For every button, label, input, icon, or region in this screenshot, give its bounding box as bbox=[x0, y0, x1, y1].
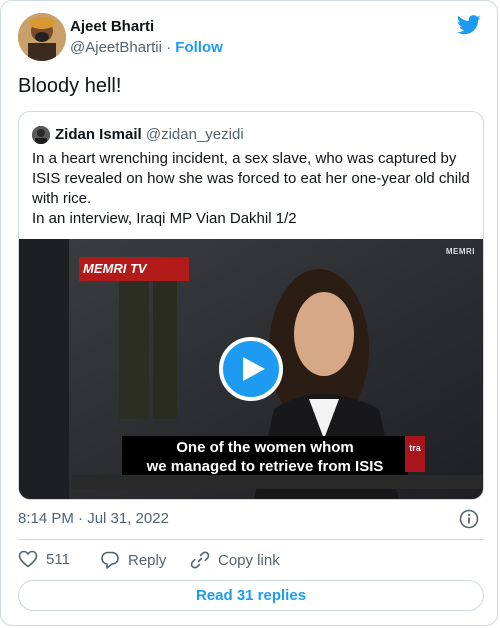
tweet-text: Bloody hell! bbox=[18, 75, 122, 97]
like-count: 511 bbox=[46, 550, 70, 568]
video-side-tag: tra bbox=[405, 436, 425, 472]
memri-tv-logo: MEMRI TV bbox=[79, 257, 189, 281]
play-icon bbox=[243, 357, 265, 381]
like-button[interactable]: 511 bbox=[18, 550, 70, 568]
follow-button[interactable]: Follow bbox=[175, 39, 223, 56]
quoted-text-line2: In an interview, Iraqi MP Vian Dakhil 1/… bbox=[32, 210, 297, 227]
separator-dot: · bbox=[166, 39, 172, 56]
reply-button[interactable]: Reply bbox=[100, 550, 166, 570]
quoted-tweet-text: In a heart wrenching incident, a sex sla… bbox=[32, 149, 472, 229]
quoted-text-line1: In a heart wrenching incident, a sex sla… bbox=[32, 150, 470, 207]
play-button[interactable] bbox=[219, 337, 283, 401]
subtitle-line1: One of the women whom bbox=[176, 439, 354, 456]
quoted-tweet[interactable]: Zidan Ismail @zidan_yezidi In a heart wr… bbox=[18, 111, 484, 500]
author-name[interactable]: Ajeet Bharti bbox=[70, 18, 154, 35]
read-replies-button[interactable]: Read 31 replies bbox=[18, 580, 484, 611]
video-player[interactable]: MEMRI MEMRI TV One of the women whom we … bbox=[19, 239, 483, 499]
author-handle-row: @AjeetBhartii · Follow bbox=[70, 39, 223, 56]
quoted-author-handle[interactable]: @zidan_yezidi bbox=[146, 126, 244, 143]
author-avatar[interactable] bbox=[18, 13, 66, 61]
quoted-author-avatar[interactable] bbox=[32, 126, 50, 144]
subtitle-line2: we managed to retrieve from ISIS bbox=[146, 458, 384, 475]
tweet-timestamp[interactable]: 8:14 PM · Jul 31, 2022 bbox=[18, 510, 169, 527]
info-icon[interactable] bbox=[459, 509, 479, 534]
copy-link-label: Copy link bbox=[218, 551, 280, 569]
link-icon bbox=[190, 551, 210, 569]
memri-watermark: MEMRI bbox=[445, 247, 475, 256]
quoted-author[interactable]: Zidan Ismail @zidan_yezidi bbox=[55, 126, 244, 143]
tweet-card: Ajeet Bharti @AjeetBhartii · Follow Bloo… bbox=[0, 0, 498, 626]
video-subtitle: One of the women whom we managed to retr… bbox=[122, 436, 408, 478]
quoted-author-name[interactable]: Zidan Ismail bbox=[55, 126, 142, 143]
copy-link-button[interactable]: Copy link bbox=[190, 550, 280, 570]
news-ticker bbox=[71, 475, 483, 489]
divider bbox=[18, 539, 484, 540]
author-handle[interactable]: @AjeetBhartii bbox=[70, 39, 162, 56]
reply-label: Reply bbox=[128, 551, 167, 569]
twitter-bird-icon[interactable] bbox=[457, 15, 481, 40]
heart-icon bbox=[18, 550, 38, 568]
reply-icon bbox=[101, 551, 119, 569]
